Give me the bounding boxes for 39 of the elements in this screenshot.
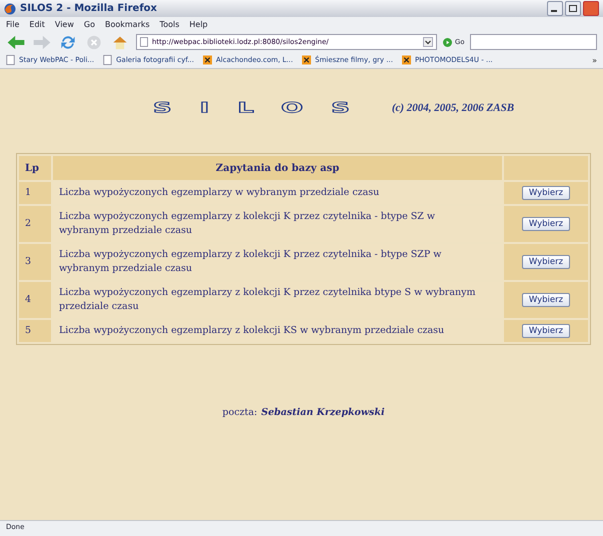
menu-item[interactable]: Edit [29,20,45,29]
menu-item[interactable]: File [6,20,20,29]
table-cell: 2 [19,206,51,242]
select-button[interactable]: Wybierz [522,324,570,338]
search-field[interactable] [470,34,597,50]
page-icon [6,55,15,65]
copyright-text: (c) 2004, 2005, 2006 ZASB [392,102,514,114]
menu-item[interactable]: Help [189,20,208,29]
table-cell: 1 [19,182,51,204]
x-icon [302,55,311,65]
menu-item[interactable]: Bookmarks [104,20,150,29]
dropdown-button[interactable] [423,37,433,47]
mail-label: poczta: [222,407,258,418]
select-button[interactable]: Wybierz [522,217,570,231]
menu-item[interactable]: Tools [160,20,180,29]
select-button[interactable]: Wybierz [522,293,570,307]
column-header: Zapytania do bazy asp [53,156,502,180]
play-icon [443,38,452,46]
table-cell: 5 [19,320,51,342]
author-link[interactable]: Sebastian Krzepkowski [261,407,385,418]
page-icon [140,37,148,47]
select-button[interactable]: Wybierz [522,255,570,269]
logo: SILOS [152,100,378,116]
minimize-button[interactable] [547,1,563,16]
back-arrow-icon[interactable] [6,34,26,50]
forward-arrow-icon[interactable] [32,34,52,50]
x-icon [402,55,411,65]
select-button[interactable]: Wybierz [522,186,570,200]
x-icon [203,55,212,65]
column-header: Lp [19,156,51,180]
page-icon [103,55,112,65]
table-cell: 4 [19,282,51,318]
maximize-button[interactable] [565,1,581,16]
window-title: SILOS 2 - Mozilla Firefox [20,3,158,14]
menu-item[interactable]: View [54,20,74,29]
more-bookmarks-button[interactable]: » [592,56,597,64]
table-cell: 3 [19,244,51,280]
menu-item[interactable]: Go [84,20,95,29]
globe-icon [4,2,16,14]
